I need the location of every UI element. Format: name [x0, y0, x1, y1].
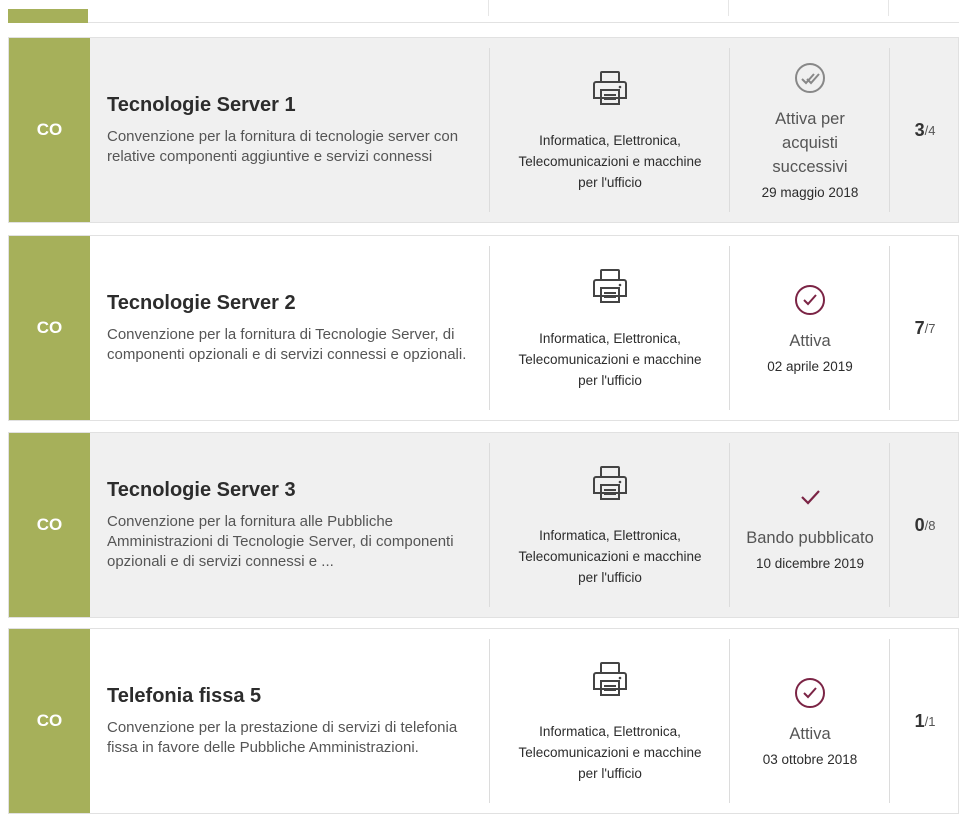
- check-circle-icon: [793, 676, 827, 714]
- printer-icon: [590, 68, 630, 122]
- lot-count: 0/8: [890, 433, 960, 617]
- lot-count: 7/7: [890, 236, 960, 420]
- type-badge: CO: [9, 629, 90, 813]
- item-description-block: Tecnologie Server 2 Convenzione per la f…: [107, 236, 482, 420]
- item-description: Convenzione per la prestazione di serviz…: [107, 718, 458, 756]
- category-label: Informatica, Elettronica, Telecomunicazi…: [518, 527, 702, 585]
- active-count: 1: [914, 710, 925, 731]
- status-cell: Bando pubblicato 10 dicembre 2019: [730, 433, 890, 617]
- printer-icon: [590, 659, 630, 713]
- status-label: Bando pubblicato: [746, 528, 874, 547]
- printer-icon: [590, 463, 630, 517]
- total-count: /8: [924, 517, 936, 533]
- status-label: Attiva: [789, 331, 831, 350]
- item-title[interactable]: Tecnologie Server 1: [107, 94, 482, 117]
- divider: [728, 0, 729, 16]
- divider: [888, 0, 889, 16]
- status-date: 02 aprile 2019: [767, 358, 853, 374]
- type-badge: CO: [9, 433, 90, 617]
- status-date: 29 maggio 2018: [761, 184, 859, 200]
- category-cell: Informatica, Elettronica, Telecomunicazi…: [490, 629, 730, 813]
- status-date: 03 ottobre 2018: [762, 751, 858, 767]
- check-circle-icon: [793, 283, 827, 321]
- divider: [488, 0, 489, 16]
- type-badge: CO: [9, 236, 90, 420]
- item-description-block: Telefonia fissa 5 Convenzione per la pre…: [107, 629, 482, 813]
- double-check-circle-icon: [793, 61, 827, 99]
- item-title[interactable]: Tecnologie Server 2: [107, 292, 482, 315]
- item-description-block: Tecnologie Server 3 Convenzione per la f…: [107, 433, 482, 617]
- item-description: Convenzione per la fornitura di Tecnolog…: [107, 325, 467, 363]
- category-cell: Informatica, Elettronica, Telecomunicazi…: [490, 236, 730, 420]
- status-label: Attiva: [789, 724, 831, 743]
- total-count: /4: [924, 122, 936, 138]
- total-count: /7: [924, 320, 936, 336]
- check-icon: [793, 480, 827, 518]
- category-label: Informatica, Elettronica, Telecomunicazi…: [518, 330, 702, 388]
- category-cell: Informatica, Elettronica, Telecomunicazi…: [490, 433, 730, 617]
- active-count: 7: [914, 317, 925, 338]
- list-item[interactable]: CO Tecnologie Server 3 Convenzione per l…: [8, 432, 959, 618]
- item-title[interactable]: Telefonia fissa 5: [107, 685, 482, 708]
- category-label: Informatica, Elettronica, Telecomunicazi…: [518, 132, 702, 190]
- status-label: Attiva per acquisti successivi: [772, 109, 848, 176]
- active-count: 3: [914, 119, 925, 140]
- type-badge: CO: [9, 38, 90, 222]
- previous-row-stub: [8, 0, 959, 23]
- item-title[interactable]: Tecnologie Server 3: [107, 479, 482, 502]
- status-cell: Attiva 02 aprile 2019: [730, 236, 890, 420]
- previous-row-badge: [8, 9, 88, 23]
- list-item[interactable]: CO Tecnologie Server 2 Convenzione per l…: [8, 235, 959, 421]
- active-count: 0: [914, 514, 925, 535]
- status-cell: Attiva 03 ottobre 2018: [730, 629, 890, 813]
- list-item[interactable]: CO Tecnologie Server 1 Convenzione per l…: [8, 37, 959, 223]
- lot-count: 1/1: [890, 629, 960, 813]
- item-description-block: Tecnologie Server 1 Convenzione per la f…: [107, 38, 482, 222]
- status-date: 10 dicembre 2019: [755, 555, 865, 571]
- item-description: Convenzione per la fornitura alle Pubbli…: [107, 512, 454, 570]
- lot-count: 3/4: [890, 38, 960, 222]
- printer-icon: [590, 266, 630, 320]
- item-description: Convenzione per la fornitura di tecnolog…: [107, 127, 459, 165]
- status-cell: Attiva per acquisti successivi 29 maggio…: [730, 38, 890, 222]
- list-item[interactable]: CO Telefonia fissa 5 Convenzione per la …: [8, 628, 959, 814]
- total-count: /1: [924, 713, 936, 729]
- category-cell: Informatica, Elettronica, Telecomunicazi…: [490, 38, 730, 222]
- category-label: Informatica, Elettronica, Telecomunicazi…: [518, 723, 702, 781]
